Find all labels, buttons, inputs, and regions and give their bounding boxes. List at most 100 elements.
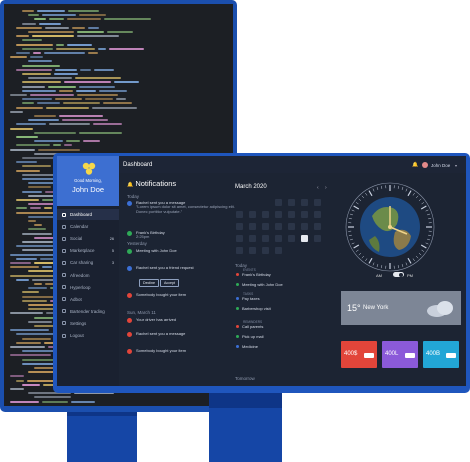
notification-item[interactable]: Somebody bought your item bbox=[136, 348, 236, 354]
code-line bbox=[34, 115, 56, 117]
sidebar-item-calendar[interactable]: Calendar bbox=[57, 221, 119, 232]
code-line bbox=[16, 35, 29, 38]
sidebar-item-hyperloop[interactable]: Hyperloop bbox=[57, 282, 119, 293]
calendar-day[interactable] bbox=[314, 211, 321, 218]
calendar-day[interactable] bbox=[249, 199, 256, 206]
am-pm-toggle[interactable] bbox=[393, 272, 404, 277]
code-line bbox=[16, 43, 53, 46]
calendar-day[interactable] bbox=[236, 211, 243, 218]
event-item[interactable]: Pay taxes bbox=[242, 296, 260, 301]
notification-avatar bbox=[127, 349, 132, 354]
chevron-down-icon[interactable]: ▾ bbox=[455, 163, 457, 168]
avatar[interactable] bbox=[422, 162, 428, 168]
stat-card[interactable]: 400L bbox=[382, 341, 418, 368]
notification-item[interactable]: Somebody bought your item bbox=[136, 292, 236, 298]
sidebar-item-social[interactable]: Social 26 bbox=[57, 233, 119, 244]
calendar-day[interactable] bbox=[262, 211, 269, 218]
stat-button[interactable] bbox=[405, 353, 415, 358]
world-clock bbox=[345, 182, 435, 272]
sidebar-item-label: Settings bbox=[70, 320, 87, 326]
calendar-day[interactable] bbox=[288, 247, 295, 254]
calendar-day[interactable] bbox=[236, 223, 243, 230]
calendar-day[interactable] bbox=[249, 235, 256, 242]
event-item[interactable]: Medicine bbox=[242, 344, 258, 349]
code-line bbox=[62, 119, 108, 122]
calendar-day[interactable] bbox=[262, 223, 269, 230]
chevron-right-icon[interactable]: › bbox=[325, 185, 327, 191]
user-name[interactable]: John Doe bbox=[431, 163, 450, 168]
page-title: Dashboard bbox=[123, 162, 153, 168]
stat-button[interactable] bbox=[364, 353, 374, 358]
calendar-day[interactable] bbox=[288, 199, 295, 206]
event-item[interactable]: Meeting with John Doe bbox=[242, 282, 283, 287]
notification-item[interactable]: Rachel sent you a message "Lorem ipsum do… bbox=[136, 200, 236, 215]
event-item[interactable]: Barbershop visit bbox=[242, 306, 271, 311]
calendar-day[interactable] bbox=[288, 223, 295, 230]
calendar-day[interactable] bbox=[314, 199, 321, 206]
code-line bbox=[55, 98, 82, 101]
stat-card[interactable]: 400B bbox=[423, 341, 459, 368]
sidebar-item-settings[interactable]: Settings bbox=[57, 318, 119, 329]
calendar-day[interactable] bbox=[275, 199, 282, 206]
calendar-day[interactable] bbox=[236, 199, 243, 206]
notification-item[interactable]: Meeting with John Doe bbox=[136, 247, 236, 254]
notification-avatar bbox=[127, 231, 132, 236]
accept-button[interactable]: Accept bbox=[160, 279, 179, 287]
code-line bbox=[42, 400, 68, 403]
code-line bbox=[10, 400, 39, 403]
code-line bbox=[34, 140, 63, 143]
calendar-day[interactable] bbox=[262, 235, 269, 242]
code-line bbox=[92, 106, 137, 109]
calendar-day[interactable] bbox=[301, 247, 308, 254]
calendar-day[interactable] bbox=[236, 235, 243, 242]
calendar-day[interactable] bbox=[275, 235, 282, 242]
code-line bbox=[10, 127, 33, 130]
code-line bbox=[22, 291, 39, 294]
nav-icon bbox=[62, 321, 66, 326]
stat-card[interactable]: 400$ bbox=[341, 341, 377, 368]
calendar-day[interactable] bbox=[301, 223, 308, 230]
notification-item[interactable]: Frank's Birthday 2:25pm bbox=[136, 230, 236, 241]
sidebar-item-adbot[interactable]: Adbot bbox=[57, 294, 119, 305]
code-line bbox=[10, 354, 51, 357]
calendar-day[interactable] bbox=[236, 247, 243, 254]
notification-avatar bbox=[127, 293, 132, 298]
event-item[interactable]: Call parents bbox=[242, 324, 263, 329]
notification-item[interactable]: Rachel sent you a message bbox=[136, 331, 236, 337]
bell-icon[interactable]: 🔔 bbox=[412, 162, 418, 168]
calendar-day[interactable] bbox=[314, 247, 321, 254]
calendar-day[interactable] bbox=[262, 199, 269, 206]
event-item[interactable]: Pick up mail bbox=[242, 334, 264, 339]
calendar-day[interactable] bbox=[301, 235, 308, 242]
sidebar-item-marketplace[interactable]: Marketplace 5 bbox=[57, 245, 119, 256]
calendar-day[interactable] bbox=[314, 223, 321, 230]
stat-button[interactable] bbox=[446, 353, 456, 358]
calendar-day[interactable] bbox=[301, 199, 308, 206]
sidebar-item-bartender-trading[interactable]: Bartender trading bbox=[57, 306, 119, 317]
calendar-day[interactable] bbox=[288, 235, 295, 242]
calendar-day[interactable] bbox=[314, 235, 321, 242]
sidebar-item-car-sharing[interactable]: Car sharing 3 bbox=[57, 257, 119, 268]
calendar-day[interactable] bbox=[262, 247, 269, 254]
calendar-day[interactable] bbox=[275, 247, 282, 254]
code-line bbox=[49, 18, 64, 21]
calendar-day[interactable] bbox=[275, 223, 282, 230]
calendar-day[interactable] bbox=[249, 211, 256, 218]
event-item[interactable]: Frank's Birthday bbox=[242, 272, 271, 277]
calendar-day[interactable] bbox=[249, 223, 256, 230]
notification-item[interactable]: Rachel sent you a friend request bbox=[136, 265, 236, 271]
code-line bbox=[80, 68, 91, 71]
calendar-day[interactable] bbox=[301, 211, 308, 218]
calendar-day[interactable] bbox=[249, 247, 256, 254]
chevron-left-icon[interactable]: ‹ bbox=[317, 185, 319, 191]
calendar-day[interactable] bbox=[288, 211, 295, 218]
code-line bbox=[33, 52, 41, 54]
calendar-day[interactable] bbox=[275, 211, 282, 218]
sidebar-item-logout[interactable]: Logout bbox=[57, 330, 119, 341]
sidebar-item-afreedom[interactable]: Afreedom bbox=[57, 270, 119, 281]
decline-button[interactable]: Decline bbox=[139, 279, 159, 287]
stat-value: 400$ bbox=[344, 351, 358, 357]
notification-text: Meeting with John Doe bbox=[136, 247, 177, 253]
sidebar-item-dashboard[interactable]: Dashboard bbox=[57, 209, 119, 220]
notification-item[interactable]: Your driver has arrived bbox=[136, 317, 236, 323]
